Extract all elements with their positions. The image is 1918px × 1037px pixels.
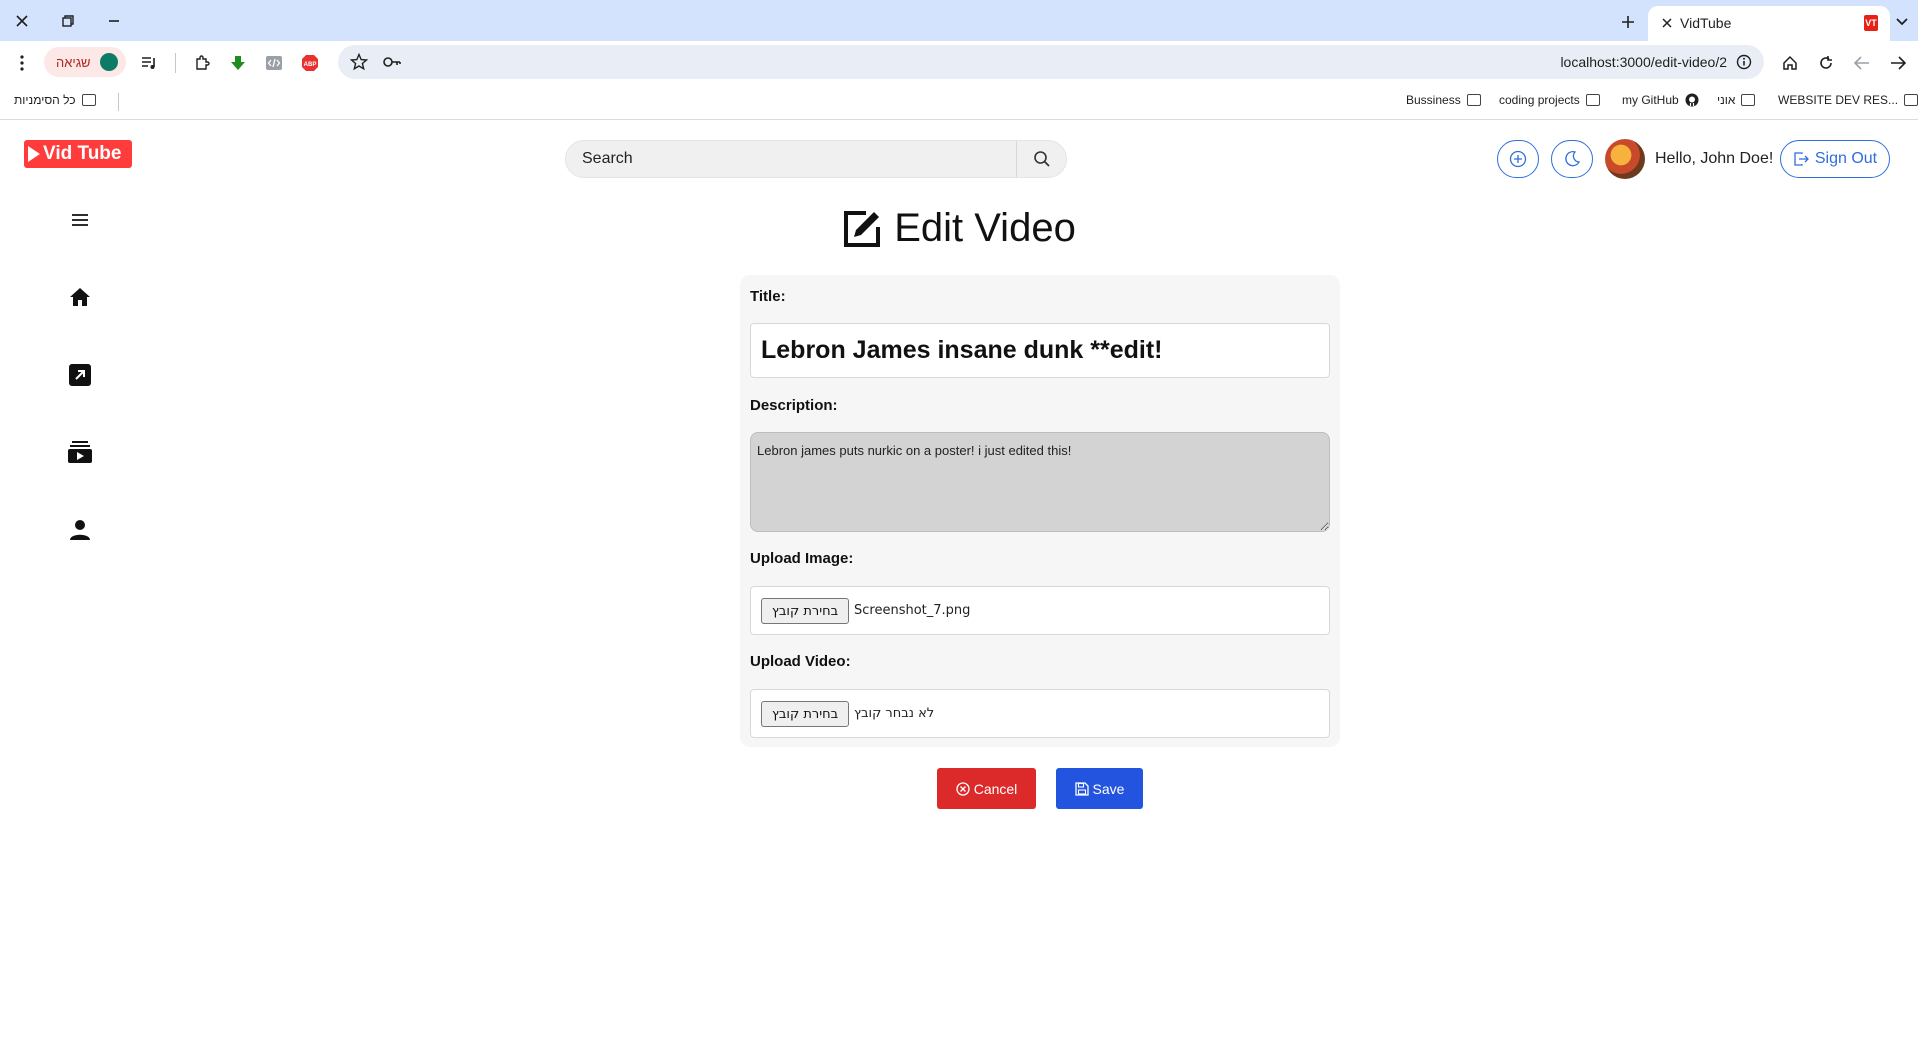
- folder-icon: [1466, 94, 1481, 106]
- play-icon: [28, 146, 40, 162]
- edit-video-form: Title: Description: Lebron james puts nu…: [740, 275, 1340, 747]
- github-icon: [1685, 93, 1699, 107]
- trending-icon[interactable]: [64, 359, 96, 391]
- save-disk-icon: [1074, 781, 1089, 796]
- plus-circle-icon: [1509, 150, 1527, 168]
- image-file-name: Screenshot_7.png: [854, 603, 971, 618]
- search-icon: [1033, 151, 1050, 167]
- forward-arrow-icon[interactable]: [1887, 52, 1909, 74]
- bookmark-label: my GitHub: [1622, 93, 1679, 107]
- cancel-button[interactable]: Cancel: [937, 768, 1036, 809]
- moon-icon: [1565, 151, 1581, 167]
- sign-out-label: Sign Out: [1814, 150, 1878, 167]
- sign-out-button[interactable]: Sign Out: [1780, 140, 1890, 178]
- browser-toolbar: שגיאה ABP localhost:3000/edit-video/2: [0, 41, 1918, 84]
- search-input[interactable]: [566, 141, 1018, 177]
- search-bar: [565, 140, 1067, 178]
- bookmark-label: WEBSITE DEV RES...: [1778, 93, 1899, 107]
- svg-text:ABP: ABP: [304, 62, 317, 68]
- window-minimize-icon[interactable]: [102, 9, 126, 33]
- app-header: Vid Tube Hello, John Doe! Sign Out: [0, 120, 1918, 200]
- tab-title: VidTube: [1680, 15, 1732, 31]
- dark-mode-toggle[interactable]: [1551, 140, 1593, 178]
- bookmark-label: אוני: [1717, 93, 1736, 107]
- profile-error-chip[interactable]: שגיאה: [44, 47, 126, 77]
- title-label: Title:: [750, 288, 786, 305]
- home-icon[interactable]: [64, 281, 96, 313]
- extensions-icon[interactable]: [191, 52, 213, 74]
- media-control-icon[interactable]: [138, 52, 160, 74]
- page-title: Edit Video: [894, 206, 1076, 250]
- bookmark-business[interactable]: Bussiness: [1406, 93, 1481, 107]
- toolbar-divider: [175, 53, 176, 73]
- site-info-icon[interactable]: [1736, 54, 1752, 70]
- search-button[interactable]: [1016, 141, 1066, 177]
- home-page-icon[interactable]: [1779, 52, 1801, 74]
- adblock-icon[interactable]: ABP: [299, 52, 321, 74]
- password-key-icon[interactable]: [382, 53, 402, 71]
- cancel-circle-icon: [956, 781, 970, 796]
- download-extension-icon[interactable]: [227, 52, 249, 74]
- folder-icon: [81, 94, 96, 106]
- user-avatar[interactable]: [1605, 139, 1645, 179]
- folder-icon: [1904, 94, 1918, 106]
- window-close-icon[interactable]: [10, 9, 34, 33]
- browser-tab-strip: VidTube VT: [0, 0, 1918, 41]
- tab-close-icon[interactable]: [1658, 14, 1676, 32]
- description-textarea[interactable]: Lebron james puts nurkic on a poster! i …: [750, 432, 1330, 532]
- profile-icon[interactable]: [64, 514, 96, 546]
- error-chip-label: שגיאה: [56, 55, 91, 70]
- image-file-input: בחירת קובץ Screenshot_7.png: [750, 586, 1330, 635]
- bookmark-star-icon[interactable]: [350, 53, 368, 71]
- bookmark-label: Bussiness: [1406, 93, 1461, 107]
- bookmarks-divider: [118, 93, 119, 111]
- all-bookmarks-label: כל הסימניות: [14, 93, 76, 107]
- browser-menu-icon[interactable]: [11, 52, 33, 74]
- bookmark-label: coding projects: [1499, 93, 1580, 107]
- choose-image-button[interactable]: בחירת קובץ: [761, 598, 849, 624]
- bookmark-my-github[interactable]: my GitHub: [1622, 93, 1699, 107]
- address-bar[interactable]: localhost:3000/edit-video/2: [338, 45, 1764, 79]
- description-label: Description:: [750, 397, 838, 414]
- video-file-name: לא נבחר קובץ: [854, 706, 935, 721]
- logo-text: Vid Tube: [43, 143, 122, 164]
- sign-out-icon: [1794, 152, 1809, 166]
- vidtube-logo[interactable]: Vid Tube: [24, 140, 132, 168]
- reload-icon[interactable]: [1815, 52, 1837, 74]
- window-restore-icon[interactable]: [56, 9, 80, 33]
- bookmark-coding-projects[interactable]: coding projects: [1499, 93, 1600, 107]
- title-input[interactable]: [750, 323, 1330, 378]
- tab-favicon-icon: VT: [1864, 15, 1878, 31]
- back-arrow-icon: [1851, 52, 1873, 74]
- save-button[interactable]: Save: [1056, 768, 1143, 809]
- upload-video-button[interactable]: [1497, 140, 1539, 178]
- cancel-label: Cancel: [973, 780, 1018, 797]
- upload-image-label: Upload Image:: [750, 550, 854, 567]
- url-text[interactable]: localhost:3000/edit-video/2: [1560, 54, 1727, 70]
- save-label: Save: [1092, 780, 1125, 797]
- video-file-input: בחירת קובץ לא נבחר קובץ: [750, 689, 1330, 738]
- all-bookmarks-folder[interactable]: כל הסימניות: [14, 93, 96, 107]
- bookmarks-bar: כל הסימניות Bussiness coding projects my…: [0, 84, 1918, 120]
- upload-video-label: Upload Video:: [750, 653, 851, 670]
- code-extension-icon[interactable]: [263, 52, 285, 74]
- page-title-row: Edit Video: [0, 206, 1918, 251]
- edit-icon: [844, 210, 881, 247]
- tab-search-chevron-icon[interactable]: [1890, 10, 1914, 34]
- user-greeting: Hello, John Doe!: [1655, 150, 1774, 167]
- profile-avatar-icon: [100, 53, 118, 71]
- folder-icon: [1741, 94, 1756, 106]
- folder-icon: [1585, 94, 1600, 106]
- bookmark-website-dev-res[interactable]: WEBSITE DEV RES...: [1778, 93, 1918, 107]
- bookmark-uni[interactable]: אוני: [1717, 93, 1756, 107]
- new-tab-button[interactable]: [1616, 10, 1640, 34]
- browser-tab[interactable]: VidTube VT: [1648, 6, 1890, 41]
- subscriptions-icon[interactable]: [64, 436, 96, 468]
- choose-video-button[interactable]: בחירת קובץ: [761, 701, 849, 727]
